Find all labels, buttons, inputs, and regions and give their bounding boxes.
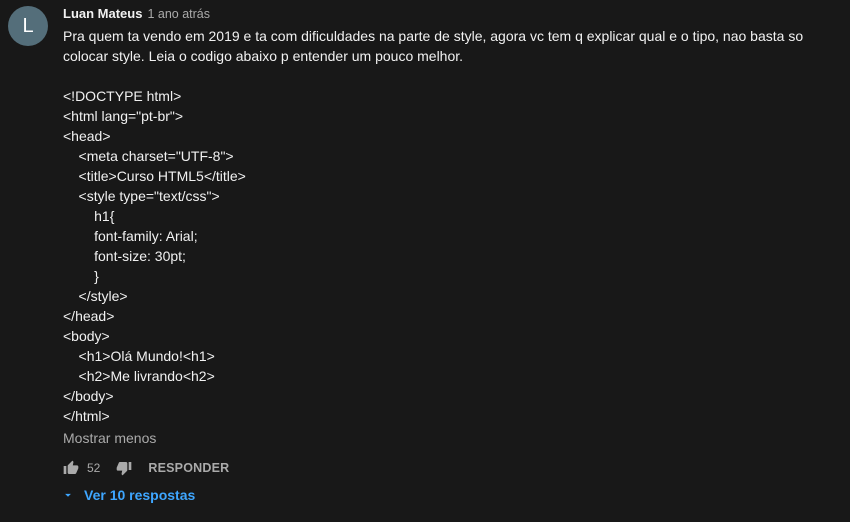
comment-intro-text: Pra quem ta vendo em 2019 e ta com dific… <box>63 28 804 64</box>
code-line: <h1>Olá Mundo!<h1> <box>63 348 215 364</box>
view-replies-label: Ver 10 respostas <box>84 487 196 503</box>
comment-actions: 52 RESPONDER <box>63 458 229 478</box>
comment-text: Pra quem ta vendo em 2019 e ta com dific… <box>63 26 843 426</box>
code-line: <html lang="pt-br"> <box>63 108 184 124</box>
code-line: <body> <box>63 328 110 344</box>
code-line: </style> <box>63 288 128 304</box>
code-line: font-size: 30pt; <box>63 248 186 264</box>
code-line: font-family: Arial; <box>63 228 198 244</box>
comment-body: Luan Mateus 1 ano atrás Pra quem ta vend… <box>63 6 843 449</box>
reply-button[interactable]: RESPONDER <box>148 461 229 475</box>
code-line: </body> <box>63 388 114 404</box>
code-line: </head> <box>63 308 115 324</box>
code-line: <h2>Me livrando<h2> <box>63 368 215 384</box>
code-line: </html> <box>63 408 110 424</box>
code-line: } <box>63 268 99 284</box>
show-less-link[interactable]: Mostrar menos <box>63 427 156 449</box>
like-count: 52 <box>87 461 101 475</box>
code-line: <title>Curso HTML5</title> <box>63 168 246 184</box>
avatar[interactable]: L <box>8 6 48 46</box>
caret-down-icon <box>60 487 76 503</box>
comment-timestamp[interactable]: 1 ano atrás <box>147 7 210 21</box>
code-line: <meta charset="UTF-8"> <box>63 148 234 164</box>
comment-thread: L Luan Mateus 1 ano atrás Pra quem ta ve… <box>0 0 850 522</box>
author-name[interactable]: Luan Mateus <box>63 6 142 21</box>
thumb-down-icon[interactable] <box>116 460 132 476</box>
code-line: h1{ <box>63 208 115 224</box>
view-replies-button[interactable]: Ver 10 respostas <box>60 485 195 505</box>
comment-header: Luan Mateus 1 ano atrás <box>63 6 843 24</box>
code-line: <style type="text/css"> <box>63 188 220 204</box>
code-line: <head> <box>63 128 111 144</box>
code-line: <!DOCTYPE html> <box>63 88 182 104</box>
code-block: <!DOCTYPE html> <html lang="pt-br"> <head>… <box>63 86 843 426</box>
thumb-up-icon[interactable] <box>63 460 79 476</box>
